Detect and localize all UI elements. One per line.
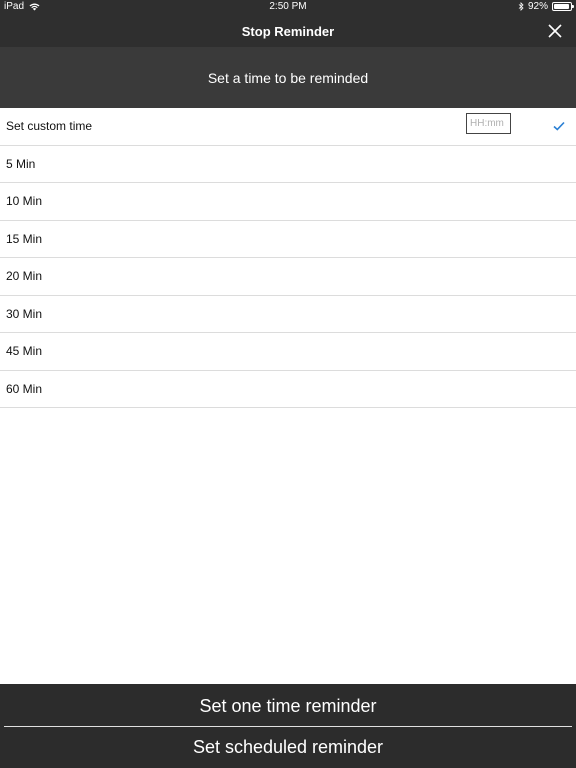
footer: Set one time reminder Set scheduled remi… bbox=[0, 684, 576, 768]
subheader-text: Set a time to be reminded bbox=[207, 69, 369, 86]
battery-icon bbox=[552, 2, 574, 11]
option-label: 30 Min bbox=[6, 306, 43, 321]
option-5-min[interactable]: 5 Min bbox=[0, 145, 576, 183]
option-label: 45 Min bbox=[6, 344, 43, 359]
set-one-time-reminder-button[interactable]: Set one time reminder bbox=[0, 686, 576, 727]
subheader: Set a time to be reminded bbox=[0, 47, 576, 108]
status-bar: iPad 2:50 PM 92% bbox=[0, 0, 576, 14]
option-custom-time[interactable]: Set custom time bbox=[0, 108, 576, 146]
option-60-min[interactable]: 60 Min bbox=[0, 370, 576, 408]
close-icon bbox=[548, 24, 562, 38]
checkmark-icon bbox=[553, 121, 565, 131]
option-20-min[interactable]: 20 Min bbox=[0, 258, 576, 296]
option-label: 20 Min bbox=[6, 269, 43, 284]
option-30-min[interactable]: 30 Min bbox=[0, 295, 576, 333]
clock: 2:50 PM bbox=[269, 1, 307, 12]
option-label: 10 Min bbox=[6, 194, 43, 209]
page-title: Stop Reminder bbox=[241, 24, 335, 39]
battery-percent: 92% bbox=[527, 1, 548, 12]
battery-fill bbox=[554, 4, 569, 9]
custom-time-input[interactable] bbox=[466, 113, 511, 134]
reminder-options-list: Set custom time 5 Min 10 Min 15 Min 20 M… bbox=[0, 108, 576, 408]
option-label: 15 Min bbox=[6, 231, 43, 246]
option-label: 60 Min bbox=[6, 381, 43, 396]
option-label: Set custom time bbox=[6, 119, 93, 134]
set-scheduled-reminder-button[interactable]: Set scheduled reminder bbox=[0, 727, 576, 768]
bluetooth-icon bbox=[518, 2, 524, 11]
option-45-min[interactable]: 45 Min bbox=[0, 333, 576, 371]
option-label: 5 Min bbox=[6, 156, 36, 171]
close-button[interactable] bbox=[546, 22, 564, 40]
top-bar: iPad 2:50 PM 92% Stop Reminder bbox=[0, 0, 576, 47]
option-15-min[interactable]: 15 Min bbox=[0, 220, 576, 258]
option-10-min[interactable]: 10 Min bbox=[0, 183, 576, 221]
